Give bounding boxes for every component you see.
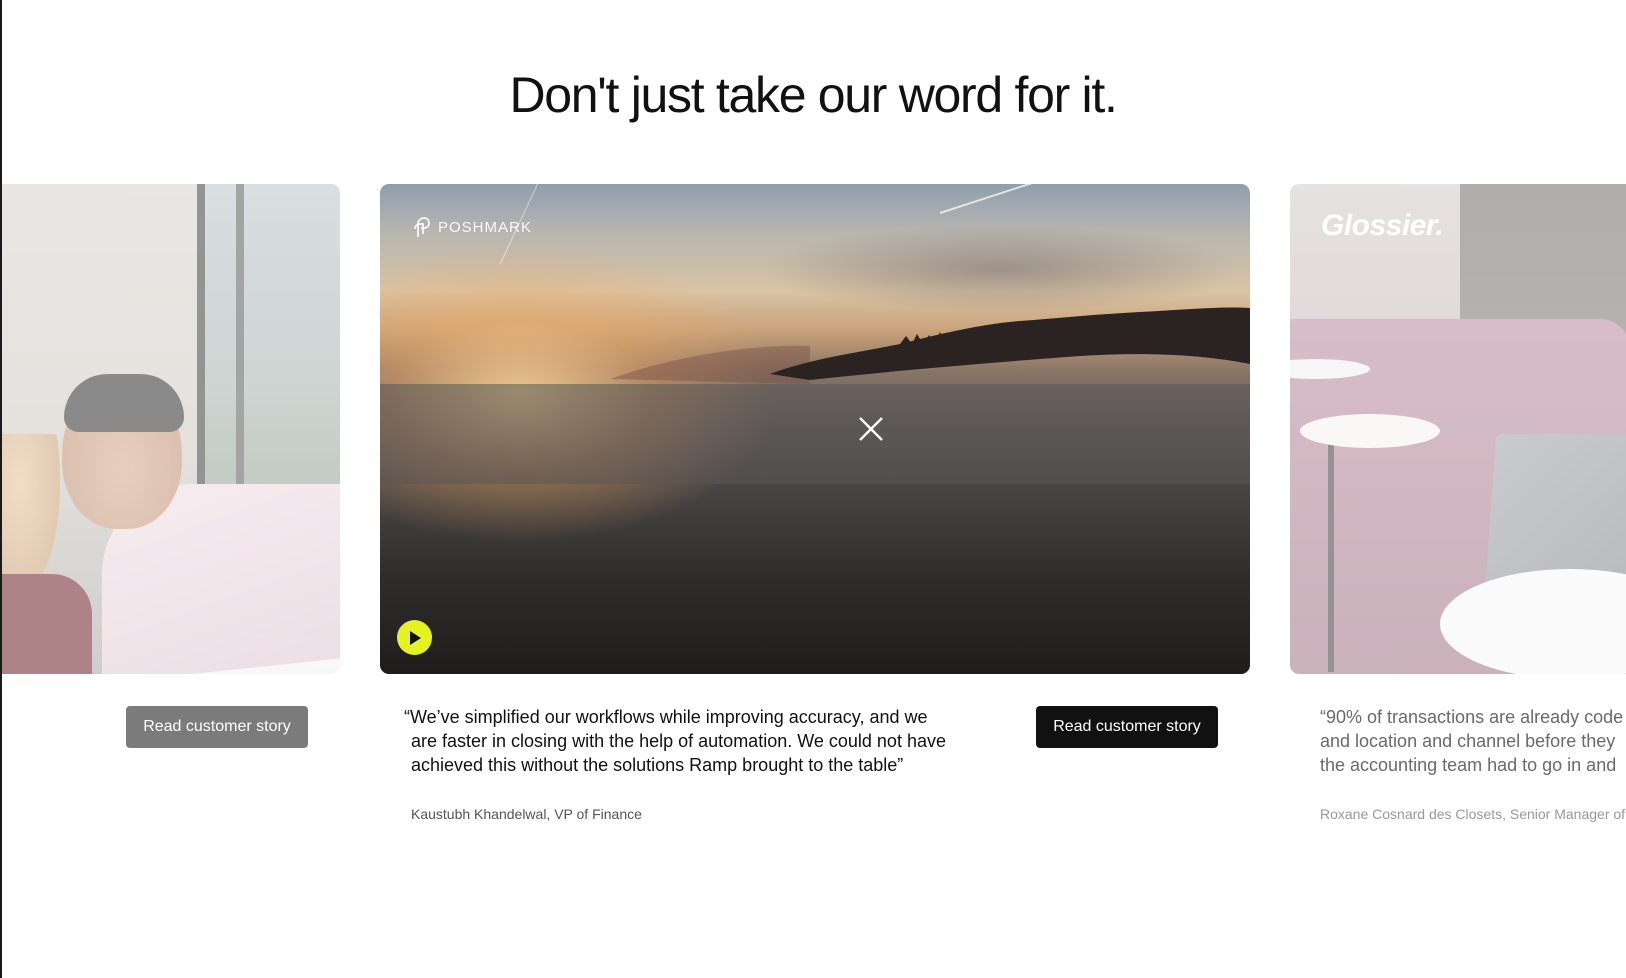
quote-line: “90% of transactions are already code xyxy=(1320,707,1624,727)
quote-line: are faster in closing with the help of a… xyxy=(411,731,946,751)
testimonial-attribution-center: Kaustubh Khandelwal, VP of Finance xyxy=(411,806,642,822)
testimonial-quote-right: “90% of transactions are already code an… xyxy=(1313,705,1626,777)
poshmark-logo: POSHMARK xyxy=(412,216,532,238)
cafe-photo xyxy=(1290,184,1626,674)
section-heading: Don't just take our word for it. xyxy=(509,67,1117,123)
slide-left-media[interactable] xyxy=(2,184,340,674)
read-story-button-left[interactable]: Read customer story xyxy=(126,706,308,748)
read-story-button-center[interactable]: Read customer story xyxy=(1036,706,1218,748)
quote-line: the accounting team had to go in and xyxy=(1320,755,1617,775)
office-photo xyxy=(2,184,340,674)
testimonial-attribution-right: Roxane Cosnard des Closets, Senior Manag… xyxy=(1320,806,1626,822)
poshmark-logo-text: POSHMARK xyxy=(438,218,532,236)
treeline-silhouette xyxy=(380,307,1250,484)
poshmark-logo-icon xyxy=(414,217,430,237)
play-icon xyxy=(409,630,421,645)
close-icon[interactable] xyxy=(856,414,886,444)
slide-center-media[interactable]: POSHMARK xyxy=(380,184,1250,674)
quote-line: and location and channel before they xyxy=(1320,731,1616,751)
quote-line: “We’ve simplified our workflows while im… xyxy=(404,707,928,727)
testimonial-quote-center: “We’ve simplified our workflows while im… xyxy=(404,705,991,777)
glossier-logo: Glossier. xyxy=(1321,209,1444,242)
play-button[interactable] xyxy=(397,620,432,655)
slide-right-media[interactable]: Glossier. xyxy=(1290,184,1626,674)
quote-line: achieved this without the solutions Ramp… xyxy=(411,755,904,775)
